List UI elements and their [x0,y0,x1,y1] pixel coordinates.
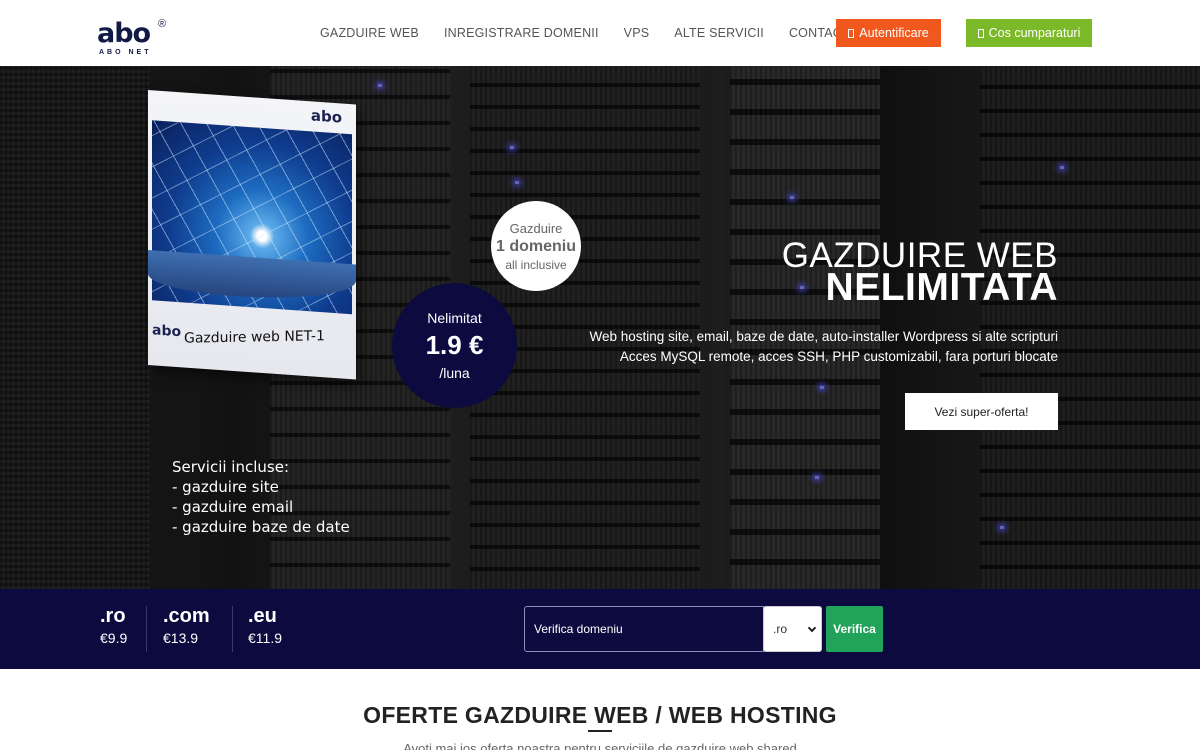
service-item: - gazduire site [172,478,279,496]
tld-select[interactable]: .ro [763,606,822,652]
tld-price: €9.9 [100,630,128,646]
section-divider [588,730,612,732]
domain-search-input[interactable] [524,606,764,652]
domain-badge-line3: all inclusive [505,257,567,272]
price-badge-price: 1.9 € [425,330,484,360]
tld-name: .com [163,605,210,627]
login-button[interactable]: Autentificare [836,19,941,47]
hero-headline-bold: NELIMITATA [825,266,1058,309]
tld-name: .eu [248,605,277,627]
box-logo-small: abo [152,322,182,341]
domain-search-bar: .ro €9.9 .com €13.9 .eu €11.9 .ro Verifi… [0,589,1200,669]
price-badge: Nelimitat 1.9 € /luna [392,283,517,408]
login-button-label: Autentificare [859,26,929,40]
hero-description-line2: Acces MySQL remote, acces SSH, PHP custo… [619,349,1058,364]
tld-ro: .ro €9.9 [100,605,127,646]
cart-button-label: Cos cumparaturi [988,26,1081,40]
services-heading: Servicii incluse: [172,458,290,476]
tld-select-value: .ro [773,622,788,636]
box-product-title: Gazduire web NET-1 [184,328,325,347]
nav-inregistrare-domenii[interactable]: INREGISTRARE DOMENII [444,26,599,40]
price-badge-period: /luna [439,365,470,381]
service-item: - gazduire baze de date [172,518,350,536]
logo-text: abo [97,18,151,49]
domain-badge: Gazduire 1 domeniu all inclusive [491,201,581,291]
tld-name: .ro [100,605,126,627]
section-title: OFERTE GAZDUIRE WEB / WEB HOSTING [363,702,837,728]
super-offer-button[interactable]: Vezi super-oferta! [905,393,1058,430]
tld-com: .com €13.9 [163,605,210,646]
hero-description-line1: Web hosting site, email, baze de date, a… [589,329,1058,344]
chevron-down-icon [807,623,817,633]
check-domain-button[interactable]: Verifica [826,606,883,652]
main-nav: GAZDUIRE WEB INREGISTRARE DOMENII VPS AL… [320,26,875,40]
tld-price: €11.9 [248,630,282,646]
service-item: - gazduire email [172,498,294,516]
logo-registered-mark: ® [158,18,167,30]
nav-vps[interactable]: VPS [624,26,650,40]
nav-alte-servicii[interactable]: ALTE SERVICII [674,26,764,40]
hero-description: Web hosting site, email, baze de date, a… [590,327,1058,367]
site-header: abo ® ABO NET GAZDUIRE WEB INREGISTRARE … [0,0,1200,66]
cart-icon [977,28,984,38]
site-logo[interactable]: abo ® ABO NET [97,18,177,60]
section-subtitle: Avoti mai jos oferta noastra pentru serv… [403,741,797,750]
tld-eu: .eu €11.9 [248,605,282,646]
domain-badge-line2: 1 domeniu [495,237,576,255]
domain-badge-line1: Gazduire [509,220,563,236]
cart-button[interactable]: Cos cumparaturi [966,19,1092,47]
price-badge-line1: Nelimitat [427,310,482,326]
box-logo: abo [310,106,342,127]
product-box-image: abo abo Gazduire web NET-1 [148,90,363,380]
user-icon [848,28,855,38]
logo-subtitle: ABO NET [99,49,152,56]
included-services: Servicii incluse: - gazduire site - gazd… [172,457,350,537]
tld-price: €13.9 [163,630,199,646]
nav-gazduire-web[interactable]: GAZDUIRE WEB [320,26,419,40]
